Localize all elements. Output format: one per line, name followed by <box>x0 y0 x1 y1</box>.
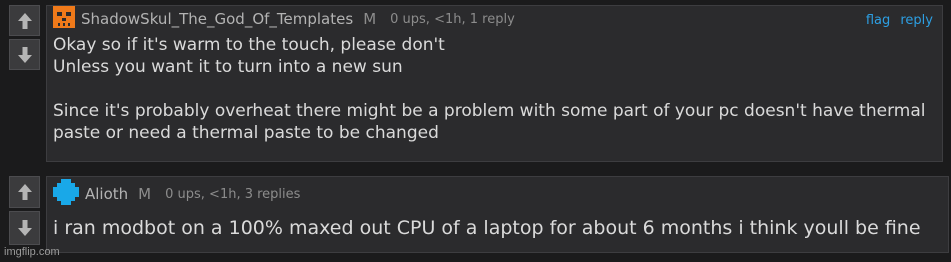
comment-actions: flag reply <box>860 13 933 28</box>
comment-box: ShadowSkul_The_God_Of_Templates M 0 ups,… <box>46 5 943 162</box>
cross-avatar-icon[interactable] <box>53 179 79 209</box>
arrow-down-icon <box>17 46 32 63</box>
comment-text: Okay so if it's warm to the touch, pleas… <box>47 32 942 150</box>
comment-meta: 0 ups, <1h, 3 replies <box>165 186 301 202</box>
upvote-button[interactable] <box>9 176 40 208</box>
comment-thread: ShadowSkul_The_God_Of_Templates M 0 ups,… <box>0 0 951 262</box>
comment-line: Okay so if it's warm to the touch, pleas… <box>53 35 445 55</box>
downvote-button[interactable] <box>9 211 40 245</box>
comment-header: Alioth M 0 ups, <1h, 3 replies <box>47 177 948 211</box>
comment-text: i ran modbot on a 100% maxed out CPU of … <box>47 211 948 247</box>
comment-meta: 0 ups, <1h, 1 reply <box>390 11 515 27</box>
mod-badge: M <box>138 185 152 203</box>
username[interactable]: ShadowSkul_The_God_Of_Templates <box>81 10 353 28</box>
username[interactable]: Alioth <box>85 185 128 203</box>
arrow-up-icon <box>17 12 32 29</box>
upvote-button[interactable] <box>9 5 40 36</box>
comment-header: ShadowSkul_The_God_Of_Templates M 0 ups,… <box>47 6 942 32</box>
comment-line: Since it's probably overheat there might… <box>53 101 926 121</box>
reply-link[interactable]: reply <box>900 13 933 28</box>
skull-avatar-icon[interactable] <box>53 6 75 32</box>
comment-2: Alioth M 0 ups, <1h, 3 replies i ran mod… <box>9 176 949 253</box>
vote-column <box>9 176 40 253</box>
mod-badge: M <box>363 10 377 28</box>
comment-line: Unless you want it to turn into a new su… <box>53 57 403 77</box>
comment-line: i ran modbot on a 100% maxed out CPU of … <box>53 217 921 239</box>
watermark: imgflip.com <box>4 246 60 258</box>
vote-column <box>9 5 40 162</box>
comment-box: Alioth M 0 ups, <1h, 3 replies i ran mod… <box>46 176 949 253</box>
comment-1: ShadowSkul_The_God_Of_Templates M 0 ups,… <box>9 5 943 162</box>
arrow-down-icon <box>17 220 32 236</box>
comment-line: paste or need a thermal paste to be chan… <box>53 123 439 143</box>
downvote-button[interactable] <box>9 39 40 70</box>
flag-link[interactable]: flag <box>866 13 890 28</box>
arrow-up-icon <box>17 184 32 200</box>
